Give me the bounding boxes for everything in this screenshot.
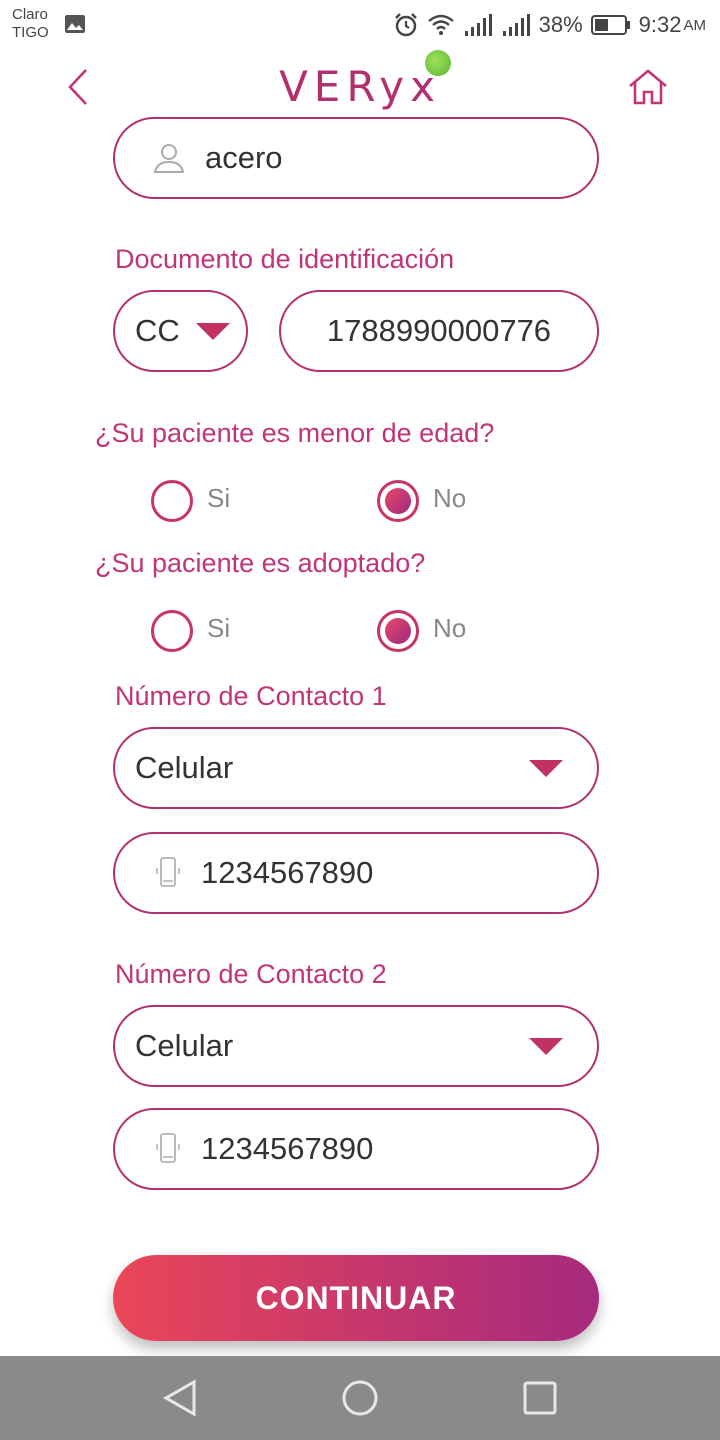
signal-icon-1 — [464, 14, 492, 36]
dropdown-caret-icon — [529, 759, 563, 777]
doc-number-field[interactable]: 1788990000776 — [279, 290, 599, 372]
minor-yes-option[interactable]: Si — [151, 480, 230, 522]
doc-number-value: 1788990000776 — [326, 313, 552, 348]
name-value: acero — [205, 140, 283, 175]
contact2-number-field[interactable]: 1234567890 — [113, 1108, 599, 1190]
phone-icon — [156, 1133, 180, 1163]
battery-percent: 38% — [538, 12, 583, 37]
doc-type-select[interactable]: CC — [113, 290, 248, 372]
carrier-name: Claro TIGO — [12, 6, 49, 42]
battery-icon — [590, 15, 630, 35]
contact2-type-value: Celular — [135, 1028, 234, 1063]
contact2-type-select[interactable]: Celular — [113, 1005, 599, 1087]
continue-button[interactable]: CONTINUAR — [113, 1255, 599, 1341]
name-field[interactable]: acero — [113, 117, 599, 199]
alarm-icon — [394, 13, 417, 37]
wifi-icon — [427, 14, 454, 35]
radio-label-no: No — [433, 482, 467, 513]
adopted-question: ¿Su paciente es adoptado? — [95, 548, 426, 578]
radio-button-selected[interactable] — [377, 610, 419, 652]
radio-label-no: No — [433, 612, 467, 643]
app-header: VERyx — [0, 50, 720, 122]
contact1-number-value: 1234567890 — [201, 855, 374, 890]
radio-button[interactable] — [151, 480, 193, 522]
radio-label-si: Si — [207, 612, 231, 643]
radio-label-si: Si — [207, 482, 231, 513]
triangle-back-icon — [162, 1379, 196, 1417]
adopted-yes-option[interactable]: Si — [151, 610, 230, 652]
nav-home-button[interactable] — [338, 1376, 382, 1420]
image-notification-icon — [65, 15, 85, 33]
system-nav-bar — [0, 1356, 720, 1440]
home-icon — [629, 69, 667, 105]
radio-button-selected[interactable] — [377, 480, 419, 522]
user-icon — [153, 144, 185, 173]
dropdown-caret-icon — [195, 322, 230, 340]
radio-dot — [385, 488, 411, 514]
clock-time: 9:32 — [638, 12, 682, 37]
contact1-type-value: Celular — [135, 750, 234, 785]
adopted-no-option[interactable]: No — [377, 610, 466, 652]
contact1-number-field[interactable]: 1234567890 — [113, 832, 599, 914]
status-bar: Claro TIGO 38% 9:32 AM — [0, 0, 720, 50]
signal-icon-2 — [502, 14, 530, 36]
app-logo: VERyx — [279, 62, 441, 111]
dropdown-caret-icon — [529, 1037, 563, 1055]
square-recents-icon — [523, 1381, 557, 1415]
doc-type-value: CC — [135, 313, 180, 348]
nav-back-button[interactable] — [158, 1376, 202, 1420]
contact2-number-value: 1234567890 — [201, 1131, 374, 1166]
contact2-label: Número de Contacto 2 — [115, 959, 387, 989]
circle-home-icon — [342, 1380, 378, 1416]
logo-dot — [425, 50, 451, 76]
minor-no-option[interactable]: No — [377, 480, 466, 522]
carrier-line-1: Claro — [12, 6, 48, 23]
contact1-label: Número de Contacto 1 — [115, 681, 387, 711]
phone-icon — [156, 857, 180, 887]
contact1-type-select[interactable]: Celular — [113, 727, 599, 809]
radio-button[interactable] — [151, 610, 193, 652]
minor-question: ¿Su paciente es menor de edad? — [95, 418, 495, 448]
home-button[interactable] — [625, 66, 671, 108]
clock-ampm: AM — [683, 16, 707, 34]
radio-dot — [385, 618, 411, 644]
carrier-line-2: TIGO — [12, 24, 49, 41]
document-label: Documento de identificación — [115, 244, 455, 274]
nav-recents-button[interactable] — [518, 1376, 562, 1420]
